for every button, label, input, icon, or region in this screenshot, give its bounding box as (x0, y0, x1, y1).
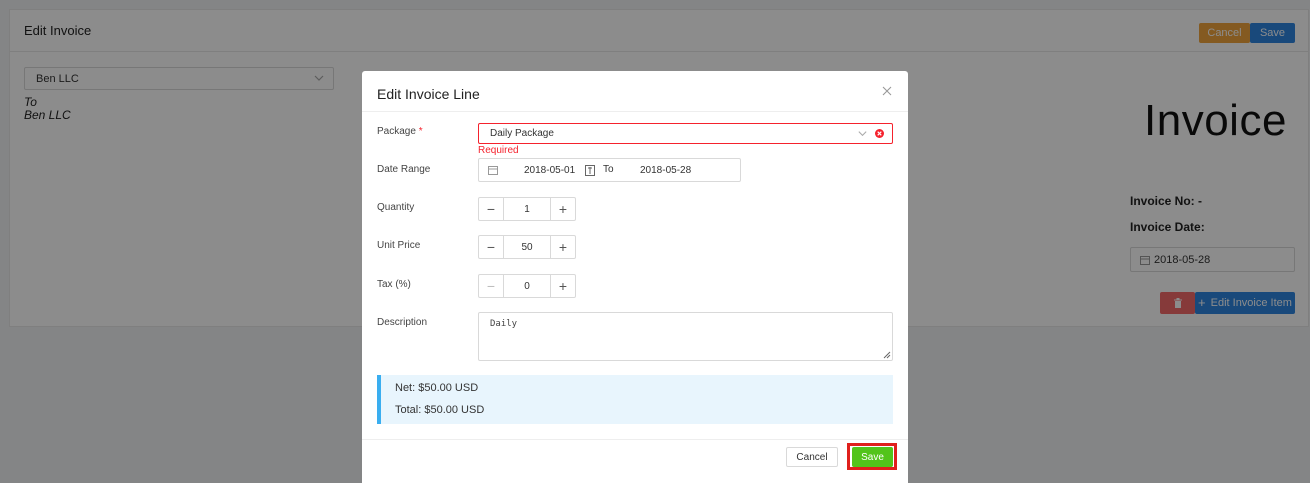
resize-grip-icon[interactable] (883, 351, 891, 359)
date-range-end[interactable]: 2018-05-28 (640, 165, 691, 176)
net-amount: Net: $50.00 USD (395, 382, 479, 394)
unit-price-decrement-button[interactable]: − (479, 236, 504, 258)
edit-invoice-line-modal: Edit Invoice Line Package * Daily Packag… (362, 71, 908, 483)
total-amount: Total: $50.00 USD (395, 404, 485, 416)
chevron-down-icon (858, 131, 867, 137)
package-select[interactable]: Daily Package (478, 123, 893, 144)
modal-title: Edit Invoice Line (377, 86, 480, 102)
description-label: Description (377, 317, 428, 328)
tax-increment-button[interactable]: + (550, 275, 575, 297)
date-range-separator: To (603, 164, 614, 175)
date-range-start[interactable]: 2018-05-01 (524, 165, 575, 176)
tax-decrement-button[interactable]: − (479, 275, 504, 297)
description-textarea[interactable]: Daily (478, 312, 893, 361)
package-select-value: Daily Package (490, 128, 554, 139)
modal-header: Edit Invoice Line (362, 71, 908, 112)
package-error-message: Required (478, 145, 519, 156)
unit-price-label: Unit Price (377, 240, 421, 251)
calendar-icon (488, 166, 498, 175)
description-value: Daily (490, 319, 518, 329)
close-icon[interactable] (882, 86, 892, 96)
date-range-picker[interactable]: 2018-05-01 To 2018-05-28 (478, 158, 741, 182)
totals-summary: Net: $50.00 USD Total: $50.00 USD (377, 375, 893, 424)
date-range-label: Date Range (377, 164, 431, 175)
unit-price-input[interactable]: 50 (504, 236, 550, 258)
tax-label: Tax (%) (377, 279, 411, 290)
required-mark: * (418, 126, 423, 137)
range-separator-icon (585, 165, 595, 176)
modal-footer-divider (362, 439, 908, 440)
quantity-increment-button[interactable]: + (550, 198, 575, 220)
tax-input[interactable]: 0 (504, 275, 550, 297)
unit-price-increment-button[interactable]: + (550, 236, 575, 258)
quantity-decrement-button[interactable]: − (479, 198, 504, 220)
unit-price-stepper: − 50 + (478, 235, 576, 259)
modal-save-button[interactable]: Save (852, 447, 893, 467)
quantity-input[interactable]: 1 (504, 198, 550, 220)
package-label: Package * (377, 126, 423, 137)
modal-cancel-button[interactable]: Cancel (786, 447, 838, 467)
clear-icon[interactable] (875, 129, 884, 138)
quantity-label: Quantity (377, 202, 415, 213)
quantity-stepper: − 1 + (478, 197, 576, 221)
tax-stepper: − 0 + (478, 274, 576, 298)
